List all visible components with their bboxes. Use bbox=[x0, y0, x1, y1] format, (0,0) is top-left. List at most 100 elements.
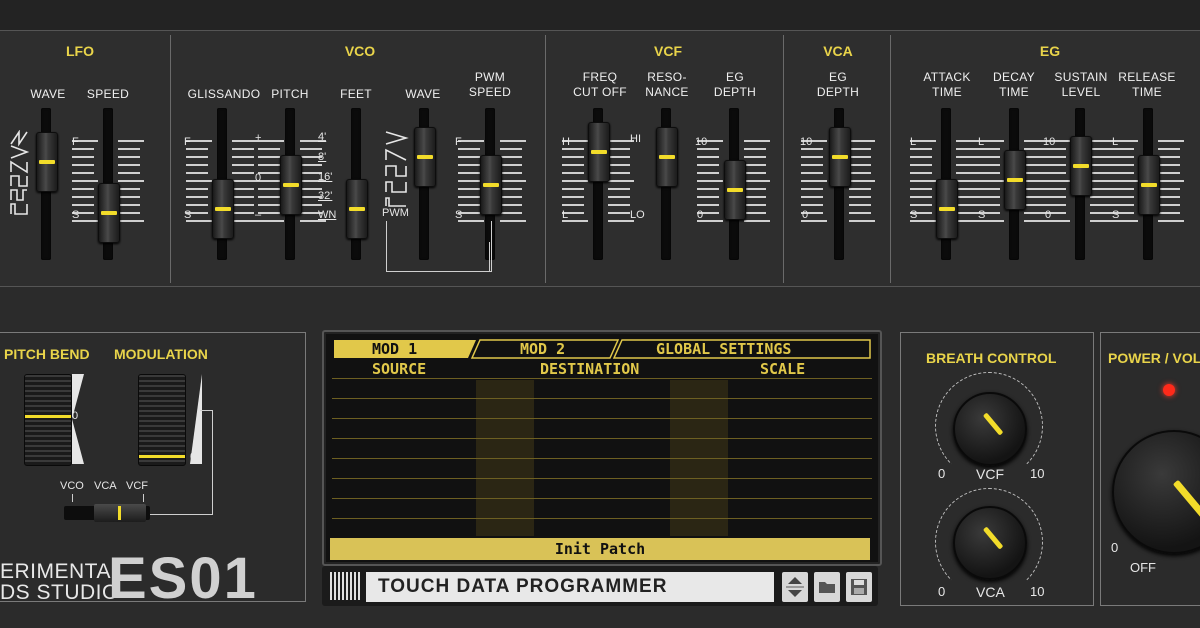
feet-slider-cap[interactable] bbox=[346, 178, 368, 239]
power-off-label: OFF bbox=[1130, 560, 1156, 575]
modulation-title: MODULATION bbox=[114, 346, 208, 362]
vco-wave-shapes-icon bbox=[384, 130, 410, 210]
attack-slider-cap[interactable] bbox=[936, 178, 958, 239]
lfo-title: LFO bbox=[66, 43, 94, 59]
vco-title: VCO bbox=[344, 43, 376, 59]
divider bbox=[890, 35, 891, 283]
cutoff-slider-cap[interactable] bbox=[588, 122, 610, 183]
sustain-10-mark: 10 bbox=[1043, 136, 1056, 148]
table-row[interactable] bbox=[332, 518, 872, 519]
tab-mod2[interactable]: MOD 2 bbox=[520, 340, 565, 360]
table-row[interactable] bbox=[332, 478, 872, 479]
switch-vco-label: VCO bbox=[60, 480, 84, 492]
vcf-title: VCF bbox=[654, 43, 682, 59]
vca-eg-depth-label: EG DEPTH bbox=[816, 70, 860, 99]
resonance-lo-mark: LO bbox=[630, 209, 645, 221]
lfo-speed-f-mark: F bbox=[72, 136, 79, 148]
source-column-header: SOURCE bbox=[372, 360, 427, 378]
divider bbox=[170, 35, 171, 283]
glissando-s-mark: S bbox=[184, 209, 192, 221]
switch-handle bbox=[94, 504, 146, 522]
pwm-s-mark: S bbox=[455, 209, 463, 221]
pitch-minus-mark: – bbox=[255, 209, 262, 221]
lfo-speed-label: SPEED bbox=[86, 87, 130, 101]
table-row[interactable] bbox=[332, 418, 872, 419]
vcf-eg-0-mark: 0 bbox=[697, 209, 704, 221]
brand-text-line1: ERIMENTAL bbox=[0, 560, 124, 583]
decay-slider-cap[interactable] bbox=[1004, 150, 1026, 211]
vco-wave-slider-cap[interactable] bbox=[414, 126, 436, 187]
resonance-slider-cap[interactable] bbox=[656, 126, 678, 187]
pwm-f-mark: F bbox=[455, 136, 462, 148]
feet-4-mark: 4' bbox=[318, 131, 327, 143]
table-row[interactable] bbox=[332, 458, 872, 459]
switch-vcf-label: VCF bbox=[126, 480, 148, 492]
mod-destination-switch[interactable] bbox=[64, 504, 150, 522]
pitch-bend-title: PITCH BEND bbox=[4, 346, 90, 362]
lfo-speed-scale-right bbox=[118, 140, 144, 222]
table-row[interactable] bbox=[332, 378, 872, 379]
attack-l-mark: L bbox=[910, 136, 917, 148]
breath-vcf-max: 10 bbox=[1030, 466, 1045, 481]
switch-ticks bbox=[72, 494, 144, 502]
table-row[interactable] bbox=[332, 398, 872, 399]
pitch-bend-wheel[interactable] bbox=[24, 374, 72, 466]
patch-up-down-button[interactable] bbox=[782, 572, 808, 602]
pitch-plus-mark: + bbox=[255, 132, 262, 144]
mod-routing-top bbox=[200, 410, 212, 411]
sustain-0-mark: 0 bbox=[1045, 209, 1052, 221]
cutoff-label: FREQ CUT OFF bbox=[573, 70, 627, 99]
breath-vcf-scale bbox=[935, 372, 1043, 480]
eg-depth-vcf-scale-right bbox=[744, 140, 770, 222]
cutoff-l-mark: L bbox=[562, 209, 569, 221]
brand-text-line2: DS STUDIO bbox=[0, 581, 119, 604]
patch-name-bar[interactable]: Init Patch bbox=[330, 538, 870, 560]
pwm-mark: PWM bbox=[382, 207, 409, 219]
divider bbox=[545, 35, 546, 283]
release-s-mark: S bbox=[1112, 209, 1120, 221]
eg-depth-vca-scale-right bbox=[849, 140, 875, 222]
save-icon[interactable] bbox=[846, 572, 872, 602]
pwm-routing-line bbox=[386, 221, 492, 272]
mod-routing-line bbox=[150, 410, 213, 515]
vca-eg-0-mark: 0 bbox=[802, 209, 809, 221]
pitch-label: PITCH bbox=[271, 87, 309, 101]
power-vol-title: POWER / VOL bbox=[1108, 350, 1200, 366]
programmer-label: TOUCH DATA PROGRAMMER bbox=[366, 572, 774, 602]
breath-vca-label: VCA bbox=[976, 584, 1005, 600]
vcf-eg-10-mark: 10 bbox=[695, 136, 708, 148]
release-label: RELEASE TIME bbox=[1118, 70, 1176, 99]
touch-data-screen: MOD 1 MOD 2 GLOBAL SETTINGS SOURCE DESTI… bbox=[322, 330, 882, 566]
lfo-speed-slider-cap[interactable] bbox=[98, 183, 120, 244]
pitch-slider-cap[interactable] bbox=[280, 155, 302, 215]
feet-wn-mark: WN bbox=[318, 209, 337, 221]
breath-control-title: BREATH CONTROL bbox=[926, 350, 1057, 366]
breath-vcf-min: 0 bbox=[938, 466, 946, 481]
power-led bbox=[1163, 384, 1175, 396]
table-row[interactable] bbox=[332, 498, 872, 499]
resonance-hi-mark: HI bbox=[630, 133, 641, 145]
breath-vcf-label: VCF bbox=[976, 466, 1004, 482]
eg-depth-vca-slider-cap[interactable] bbox=[829, 126, 851, 187]
breath-vca-min: 0 bbox=[938, 584, 946, 599]
eg-title: EG bbox=[1039, 43, 1061, 59]
divider bbox=[783, 35, 784, 283]
es01-logo: ES01 bbox=[108, 546, 258, 611]
release-slider-cap[interactable] bbox=[1138, 155, 1160, 215]
resonance-label: RESO- NANCE bbox=[645, 70, 689, 99]
eg-depth-vcf-slider-cap[interactable] bbox=[724, 159, 746, 220]
feet-label: FEET bbox=[340, 87, 372, 101]
sustain-slider-cap[interactable] bbox=[1070, 136, 1092, 197]
feet-32-mark: 32' bbox=[318, 190, 333, 202]
pwm-speed-slider-cap[interactable] bbox=[480, 155, 502, 215]
lfo-wave-shapes-icon bbox=[8, 129, 30, 230]
tab-mod1[interactable]: MOD 1 bbox=[372, 340, 417, 360]
tab-global-settings[interactable]: GLOBAL SETTINGS bbox=[656, 340, 791, 360]
breath-vca-scale bbox=[935, 488, 1043, 596]
lfo-wave-slider-cap[interactable] bbox=[36, 131, 58, 192]
decay-s-mark: S bbox=[978, 209, 986, 221]
folder-icon[interactable] bbox=[814, 572, 840, 602]
glissando-slider-cap[interactable] bbox=[212, 178, 234, 239]
table-row[interactable] bbox=[332, 438, 872, 439]
lfo-speed-s-mark: S bbox=[72, 209, 80, 221]
